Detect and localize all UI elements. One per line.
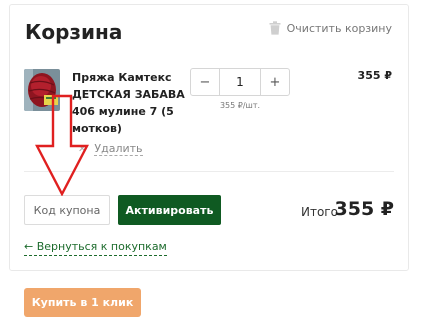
coupon-code-input[interactable] [24,195,110,225]
decrease-quantity-button[interactable]: − [191,69,220,95]
total-label: Итого [301,205,338,219]
cart-title: Корзина [25,20,123,44]
activate-coupon-button[interactable]: Активировать [118,195,221,225]
increase-quantity-button[interactable]: + [260,69,289,95]
clear-cart-button[interactable]: Очистить корзину [269,21,392,35]
back-to-shopping-link[interactable]: ← Вернуться к покупкам [24,240,167,256]
buy-one-click-button[interactable]: Купить в 1 клик [24,288,141,317]
product-name-link[interactable]: Пряжа Камтекс ДЕТСКАЯ ЗАБАВА 406 мулине … [72,69,194,137]
quantity-stepper: − 1 + [190,68,290,96]
remove-item-label: Удалить [94,142,143,156]
quantity-value[interactable]: 1 [220,69,260,95]
unit-price: 355 ₽/шт. [219,101,261,110]
item-price: 355 ₽ [357,69,392,82]
total-value: 355 ₽ [334,198,395,220]
annotation-arrow-icon [35,94,89,196]
clear-cart-label: Очистить корзину [286,21,392,35]
trash-icon [269,21,281,35]
